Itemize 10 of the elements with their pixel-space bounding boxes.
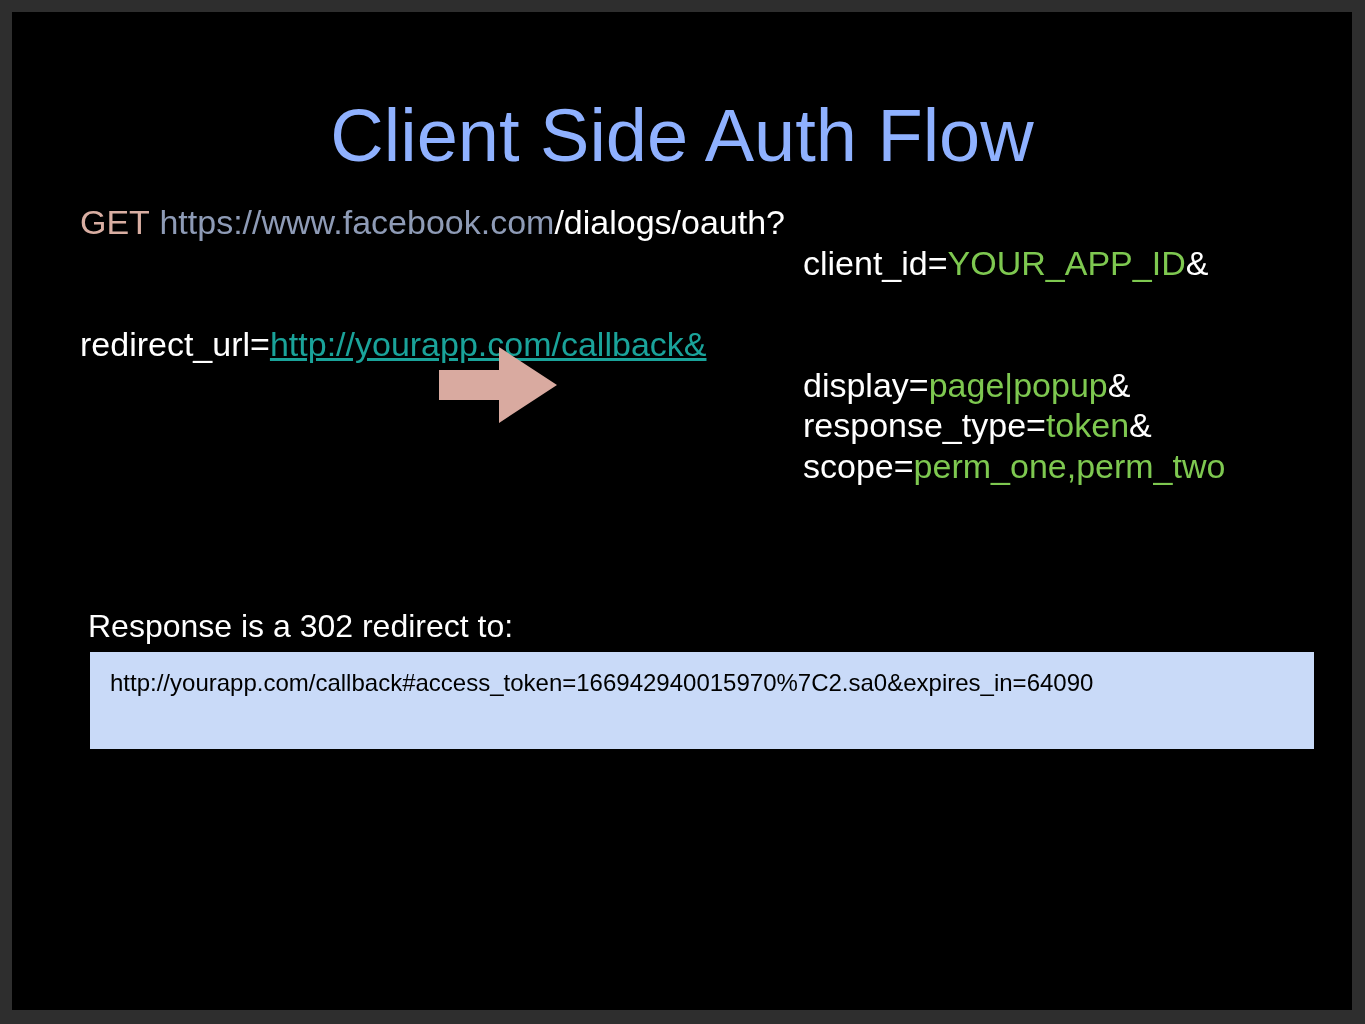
slide-title: Client Side Auth Flow [330, 94, 1034, 178]
request-line: response_type=token& [803, 405, 1152, 446]
request-line: client_id=YOUR_APP_ID& [803, 242, 1209, 283]
request-line: GET https://www.facebook.com/dialogs/oauth? [80, 202, 785, 243]
request-line: scope=perm_one,perm_two [803, 445, 1226, 486]
response-url: http://yourapp.com/callback#access_token=166942940015970%7C2.sa0&expires_in=64090 [110, 669, 1094, 696]
response-label: Response is a 302 redirect to: [88, 607, 515, 646]
link[interactable]: http://yourapp.com/callback& [269, 325, 707, 363]
request-line: display=page|popup& [803, 364, 1131, 405]
request-line: redirect_url=http://yourapp.com/callback& [80, 324, 707, 365]
